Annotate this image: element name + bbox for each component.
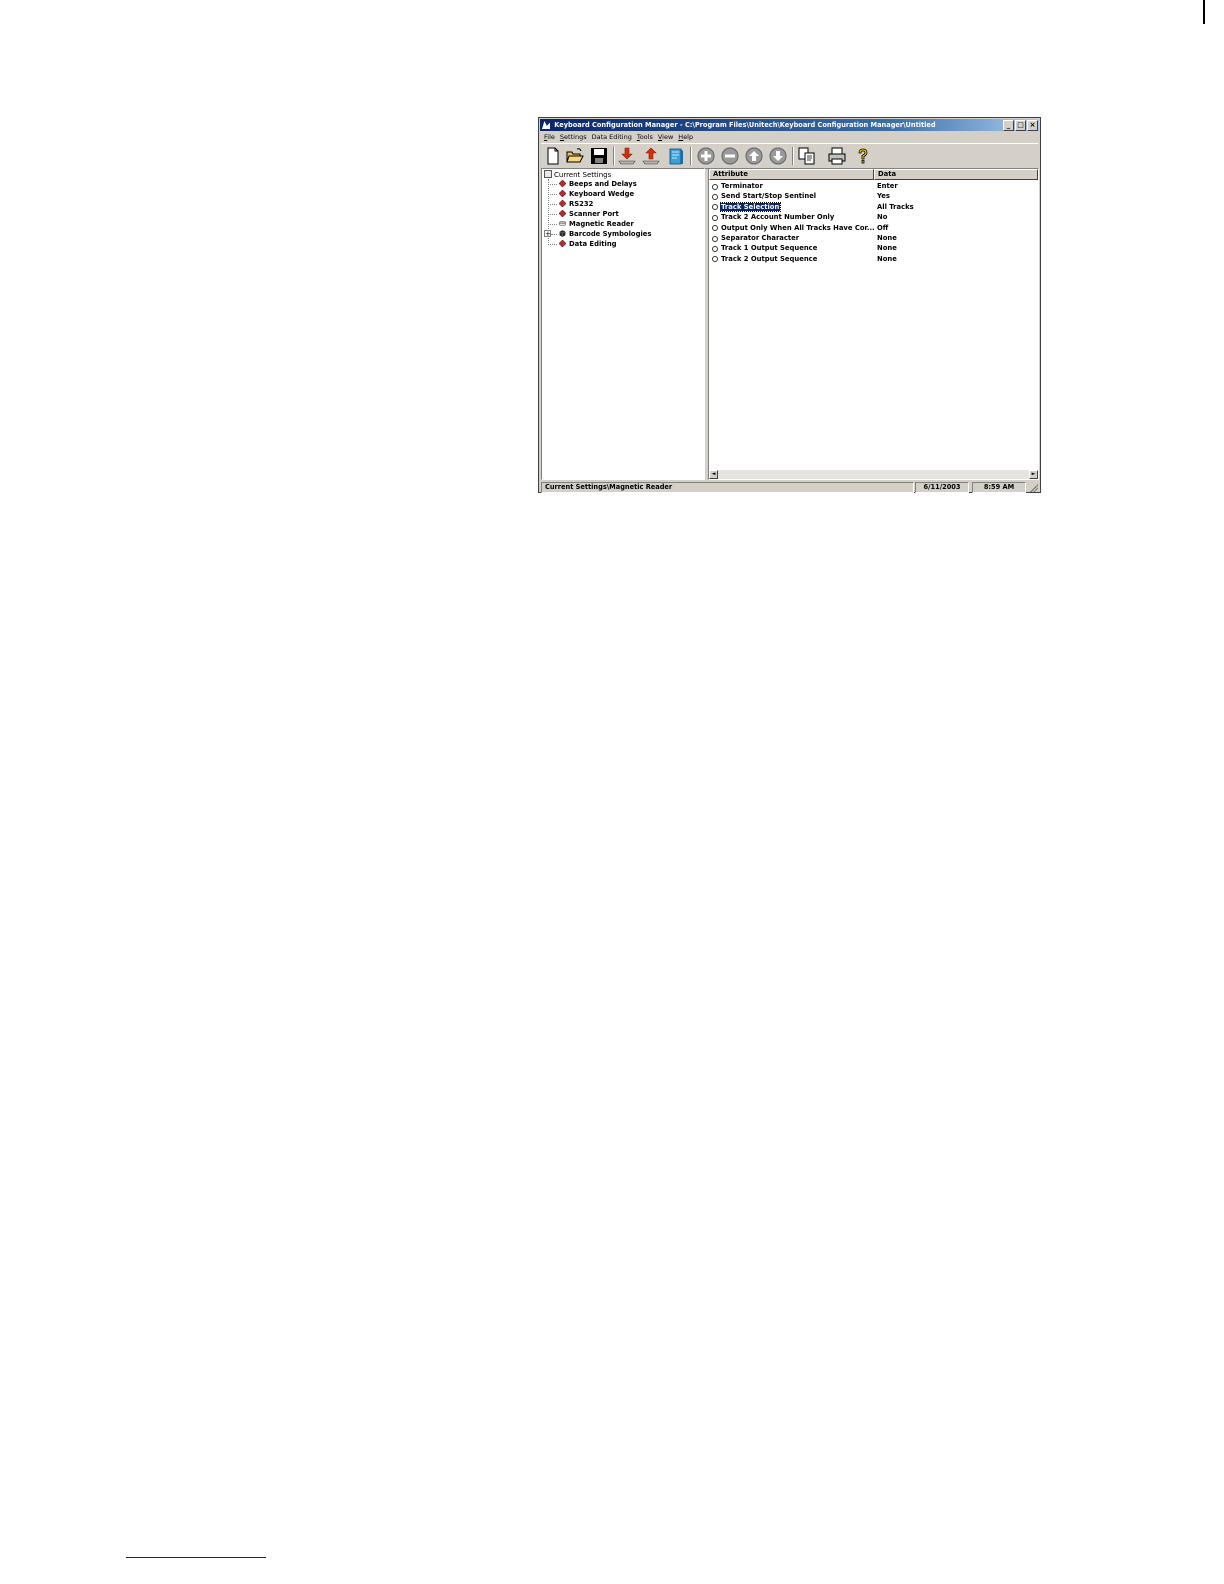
upload-button[interactable] (642, 147, 660, 165)
scroll-left-button[interactable]: ◄ (709, 470, 718, 479)
list-item[interactable]: Track 2 Account Number Only No (709, 212, 1038, 222)
menu-tools[interactable]: Tools (637, 132, 653, 142)
menu-data-editing[interactable]: Data Editing (592, 132, 632, 142)
settings-root-icon (544, 170, 552, 178)
radio-bullet-icon (712, 214, 718, 221)
upload-from-device-icon (642, 147, 660, 165)
settings-gem-icon (559, 210, 566, 217)
status-path: Current Settings\Magnetic Reader (541, 482, 914, 493)
column-header-data[interactable]: Data (874, 169, 1038, 180)
menu-file[interactable]: File (544, 132, 555, 142)
magnetic-card-icon (559, 221, 566, 226)
settings-gem-icon (559, 190, 566, 197)
radio-bullet-icon (712, 245, 718, 252)
radio-bullet-icon (712, 204, 718, 211)
print-button[interactable] (828, 147, 846, 165)
download-button[interactable] (618, 147, 636, 165)
status-time: 8:59 AM (972, 482, 1026, 493)
status-bar: Current Settings\Magnetic Reader 6/11/20… (541, 482, 1038, 493)
resize-grip-icon[interactable] (1030, 484, 1038, 492)
toolbar-separator (690, 147, 692, 165)
attribute-list[interactable]: Attribute Data Terminator Enter Send Sta… (708, 168, 1039, 480)
window-controls: _ □ × (1003, 120, 1038, 131)
toolbar-separator (792, 147, 794, 165)
settings-gem-icon (559, 180, 566, 187)
settings-gem-icon (559, 240, 566, 247)
list-header: Attribute Data (709, 169, 1038, 180)
list-item[interactable]: Terminator Enter (709, 181, 1038, 191)
copy-pages-icon (798, 147, 815, 165)
window-title: Keyboard Configuration Manager - C:\Prog… (554, 121, 936, 129)
download-to-device-icon (618, 147, 636, 165)
list-item-selected[interactable]: Track Selection All Tracks (709, 201, 1038, 212)
barcode-book-button[interactable] (667, 147, 685, 165)
expand-toggle[interactable]: + (544, 230, 551, 238)
printer-icon (828, 147, 846, 165)
remove-circle-icon (721, 147, 739, 165)
open-folder-icon (566, 148, 584, 163)
menu-help[interactable]: Help (678, 132, 693, 142)
toolbar (541, 143, 1038, 169)
new-file-button[interactable] (544, 147, 562, 165)
new-file-icon (547, 147, 559, 165)
title-bar[interactable]: Keyboard Configuration Manager - C:\Prog… (540, 119, 1039, 131)
move-down-button[interactable] (769, 147, 787, 165)
move-up-button[interactable] (745, 147, 763, 165)
move-down-circle-icon (769, 147, 787, 165)
copy-button[interactable] (798, 147, 816, 165)
scroll-right-button[interactable]: ► (1029, 470, 1038, 479)
app-logo-icon (542, 121, 550, 129)
move-up-circle-icon (745, 147, 763, 165)
list-item[interactable]: Track 1 Output Sequence None (709, 243, 1038, 253)
help-question-icon (858, 148, 868, 164)
list-item[interactable]: Send Start/Stop Sentinel Yes (709, 191, 1038, 201)
horizontal-scrollbar[interactable]: ◄ ► (709, 470, 1038, 479)
save-button[interactable] (590, 147, 608, 165)
maximize-button[interactable]: □ (1015, 120, 1026, 131)
close-button[interactable]: × (1027, 120, 1038, 131)
remove-button[interactable] (721, 147, 739, 165)
open-button[interactable] (566, 147, 584, 165)
footnote-rule (126, 1557, 266, 1558)
settings-gem-icon (559, 200, 566, 207)
settings-tree[interactable]: Current Settings Beeps and Delays Keyboa… (541, 168, 705, 480)
column-header-attribute[interactable]: Attribute (709, 169, 874, 180)
minimize-button[interactable]: _ (1003, 120, 1014, 131)
page-edge-rule (1203, 0, 1205, 24)
radio-bullet-icon (712, 256, 718, 263)
list-item[interactable]: Track 2 Output Sequence None (709, 254, 1038, 264)
toolbar-separator (613, 147, 615, 165)
app-window: Keyboard Configuration Manager - C:\Prog… (538, 117, 1041, 493)
list-item[interactable]: Output Only When All Tracks Have Cor... … (709, 223, 1038, 233)
radio-bullet-icon (712, 235, 718, 242)
list-item[interactable]: Separator Character None (709, 233, 1038, 243)
add-circle-icon (697, 147, 715, 165)
help-button[interactable] (854, 147, 872, 165)
barcode-cube-icon (559, 230, 566, 237)
radio-bullet-icon (712, 225, 718, 232)
save-disk-icon (591, 148, 607, 164)
menu-settings[interactable]: Settings (560, 132, 587, 142)
barcode-book-icon (669, 148, 683, 165)
radio-bullet-icon (712, 183, 718, 190)
add-button[interactable] (697, 147, 715, 165)
menu-bar: File Settings Data Editing Tools View He… (541, 132, 693, 142)
menu-view[interactable]: View (658, 132, 673, 142)
radio-bullet-icon (712, 193, 718, 200)
status-date: 6/11/2003 (915, 482, 969, 493)
